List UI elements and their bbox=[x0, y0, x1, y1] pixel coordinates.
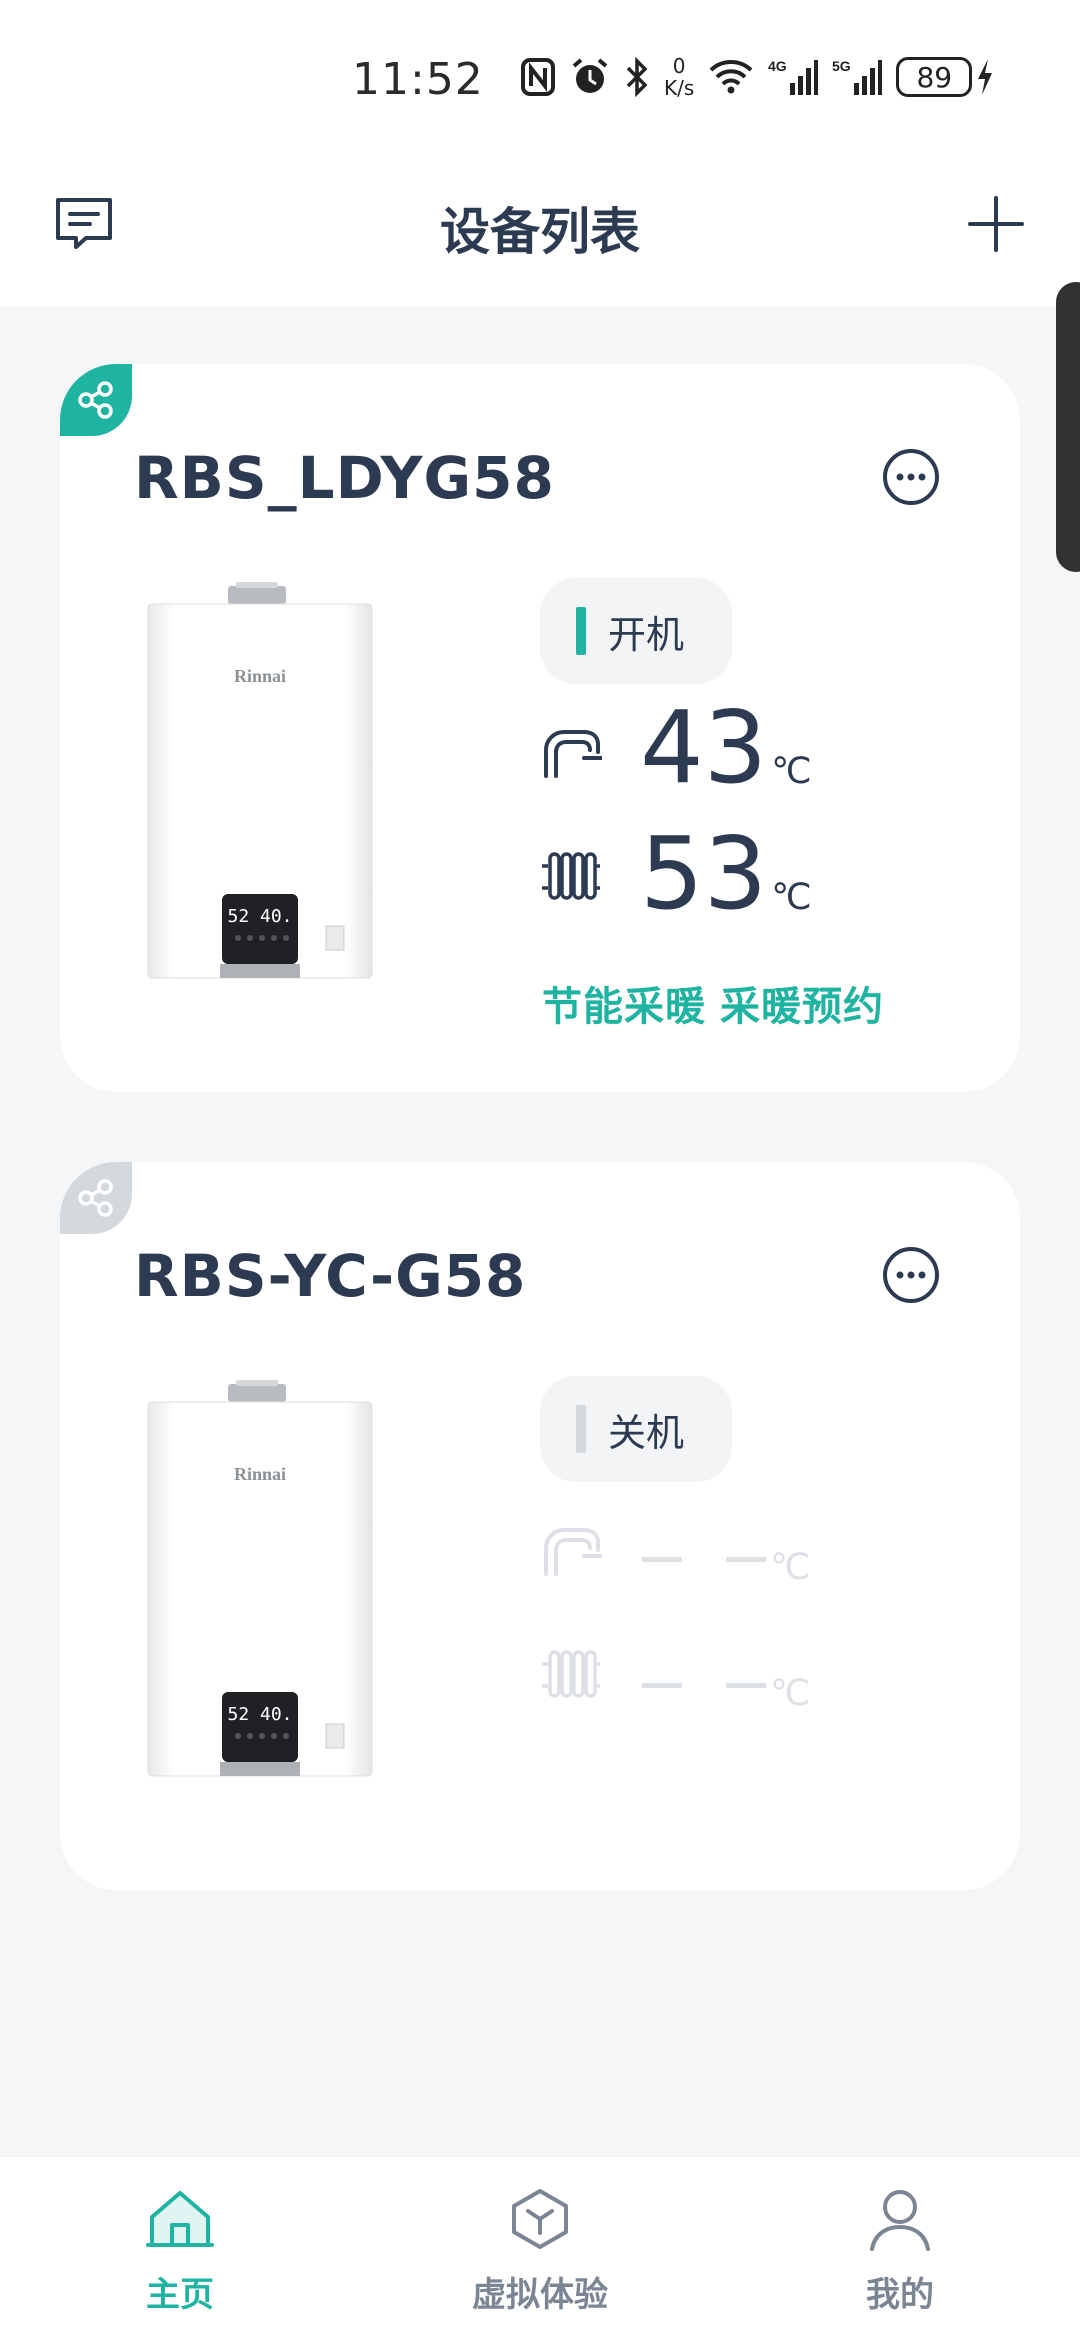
temp-placeholder bbox=[642, 1557, 766, 1562]
user-icon bbox=[870, 2190, 930, 2251]
device-name: RBS-YC-G58 bbox=[134, 1242, 527, 1310]
hot-water-temp: 43 bbox=[640, 689, 768, 806]
brand-logo: Rinnai bbox=[234, 666, 286, 686]
cube-icon bbox=[512, 2189, 568, 2249]
brand-logo: Rinnai bbox=[234, 1464, 286, 1484]
alarm-icon bbox=[570, 57, 610, 97]
temp-unit: ℃ bbox=[770, 1673, 811, 1714]
status-icons: 0 K/s 4G 5G 89 bbox=[520, 52, 994, 102]
device-card[interactable]: RBS_LDYG58 Rinnai 52 40. 开机 43 ℃ 53 ℃ 节能… bbox=[60, 364, 1020, 1092]
power-status-pill[interactable]: 关机 bbox=[540, 1376, 732, 1482]
share-badge bbox=[60, 1162, 132, 1234]
heater-display: 52 40. bbox=[227, 906, 292, 927]
water-heater-image: Rinnai 52 40. bbox=[144, 1380, 376, 1780]
nav-label-virtual-experience: 虚拟体验 bbox=[472, 2275, 608, 2315]
page-title: 设备列表 bbox=[440, 203, 640, 261]
hot-water-temp-row: ℃ bbox=[540, 1486, 810, 1596]
power-indicator bbox=[576, 607, 586, 655]
feature-tags: 节能采暖 采暖预约 bbox=[542, 974, 884, 1032]
floating-side-handle[interactable] bbox=[1056, 282, 1080, 572]
radiator-icon bbox=[542, 852, 600, 900]
nav-tab-virtual-experience[interactable]: 虚拟体验 bbox=[450, 2187, 630, 2316]
add-device-button[interactable] bbox=[966, 194, 1026, 254]
radiator-icon bbox=[542, 1650, 600, 1698]
wifi-icon bbox=[708, 59, 754, 95]
status-bar: 11:52 0 K/s 4G 5G 89 bbox=[0, 0, 1080, 150]
more-options-button[interactable] bbox=[882, 448, 940, 506]
share-icon bbox=[78, 381, 113, 419]
temp-unit: ℃ bbox=[770, 1547, 811, 1588]
device-card[interactable]: RBS-YC-G58 Rinnai 52 40. 关机 ℃ ℃ bbox=[60, 1162, 1020, 1890]
temp-unit: ℃ bbox=[771, 751, 812, 792]
heating-temp-row: ℃ bbox=[540, 1612, 810, 1722]
share-badge bbox=[60, 364, 132, 436]
nfc-icon bbox=[520, 57, 556, 97]
more-icon bbox=[883, 449, 939, 505]
power-status-label: 开机 bbox=[608, 612, 685, 657]
faucet-icon bbox=[544, 730, 602, 778]
nav-label-home: 主页 bbox=[146, 2275, 214, 2315]
share-icon bbox=[78, 1179, 113, 1217]
heating-temp: 53 bbox=[640, 815, 768, 932]
battery-indicator: 89 bbox=[896, 57, 994, 97]
temp-unit: ℃ bbox=[771, 877, 812, 918]
temp-placeholder bbox=[642, 1683, 766, 1688]
hot-water-temp-row: 43 ℃ bbox=[540, 688, 812, 798]
net-speed: 0 K/s bbox=[664, 54, 695, 100]
svg-text:4G: 4G bbox=[768, 58, 787, 74]
svg-text:5G: 5G bbox=[832, 58, 851, 74]
more-icon bbox=[883, 1247, 939, 1303]
bluetooth-icon bbox=[624, 57, 650, 97]
bottom-navigation: 主页 虚拟体验 我的 bbox=[0, 2156, 1080, 2340]
power-status-label: 关机 bbox=[608, 1410, 685, 1455]
plus-icon bbox=[968, 196, 1024, 252]
nav-tab-mine[interactable]: 我的 bbox=[810, 2187, 990, 2316]
heater-display: 52 40. bbox=[227, 1704, 292, 1725]
more-options-button[interactable] bbox=[882, 1246, 940, 1304]
charging-icon bbox=[978, 59, 993, 95]
app-header: 设备列表 bbox=[0, 170, 1080, 280]
signal-4g-icon: 4G bbox=[768, 57, 819, 97]
feature-heating-schedule[interactable]: 采暖预约 bbox=[720, 974, 884, 1032]
power-status-pill[interactable]: 开机 bbox=[540, 578, 732, 684]
nav-tab-home[interactable]: 主页 bbox=[90, 2187, 270, 2316]
signal-5g-icon: 5G bbox=[832, 57, 883, 97]
home-icon bbox=[146, 2191, 214, 2247]
water-heater-image: Rinnai 52 40. bbox=[144, 582, 376, 982]
faucet-icon bbox=[544, 1528, 602, 1576]
feature-energy-saving[interactable]: 节能采暖 bbox=[542, 974, 706, 1032]
status-time: 11:52 bbox=[352, 54, 484, 105]
device-name: RBS_LDYG58 bbox=[134, 444, 555, 512]
power-indicator bbox=[576, 1405, 586, 1453]
heating-temp-row: 53 ℃ bbox=[540, 814, 812, 924]
nav-label-mine: 我的 bbox=[866, 2275, 934, 2315]
